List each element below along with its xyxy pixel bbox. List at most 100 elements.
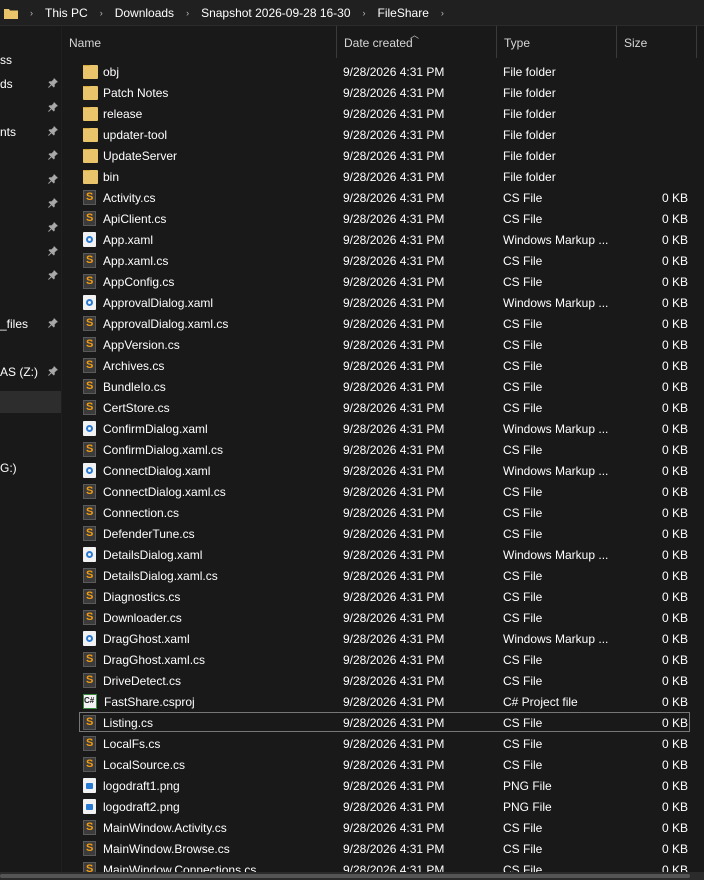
file-row[interactable]: bin 9/28/2026 4:31 PM File folder xyxy=(62,166,704,187)
breadcrumb-item[interactable]: Downloads xyxy=(115,6,174,20)
cs-file-icon xyxy=(83,757,96,772)
file-type: CS File xyxy=(503,673,543,688)
column-header-row: Name ︿ Date created Type Size xyxy=(62,26,704,58)
nav-item[interactable] xyxy=(0,97,61,119)
breadcrumb-item[interactable]: This PC xyxy=(45,6,88,20)
file-name: BundleIo.cs xyxy=(103,379,166,394)
horizontal-scrollbar[interactable] xyxy=(0,872,704,880)
cs-file-icon xyxy=(83,841,96,856)
cs-file-icon xyxy=(83,337,96,352)
file-date: 9/28/2026 4:31 PM xyxy=(343,106,445,121)
file-row[interactable]: Downloader.cs 9/28/2026 4:31 PM CS File 0 K… xyxy=(62,607,704,628)
file-row[interactable]: logodraft1.png 9/28/2026 4:31 PM PNG File 0… xyxy=(62,775,704,796)
file-list[interactable]: Name ︿ Date created Type Size obj 9/28/202… xyxy=(62,26,704,872)
chevron-right-icon[interactable]: › xyxy=(186,8,189,18)
nav-item[interactable]: nts xyxy=(0,121,61,143)
file-row[interactable]: Patch Notes 9/28/2026 4:31 PM File folder xyxy=(62,82,704,103)
file-row[interactable]: App.xaml 9/28/2026 4:31 PM Windows Markup … xyxy=(62,229,704,250)
file-row[interactable]: DefenderTune.cs 9/28/2026 4:31 PM CS File 0… xyxy=(62,523,704,544)
breadcrumb-item[interactable]: FileShare xyxy=(378,6,429,20)
nav-item[interactable]: AS (Z:) xyxy=(0,361,61,383)
file-row[interactable]: MainWindow.Browse.cs 9/28/2026 4:31 PM CS … xyxy=(62,838,704,859)
file-name: MainWindow.Connections.cs xyxy=(103,862,257,873)
nav-item[interactable] xyxy=(0,265,61,287)
column-header-type[interactable]: Type xyxy=(497,26,617,58)
navigation-pane[interactable]: ss ds nts _files AS (Z:) G:) xyxy=(0,26,61,872)
file-name: ConnectDialog.xaml.cs xyxy=(103,484,226,499)
file-row[interactable]: DragGhost.xaml.cs 9/28/2026 4:31 PM CS Fil… xyxy=(62,649,704,670)
chevron-right-icon[interactable]: › xyxy=(100,8,103,18)
file-row[interactable]: ApprovalDialog.xaml.cs 9/28/2026 4:31 PM C… xyxy=(62,313,704,334)
file-row[interactable]: logodraft2.png 9/28/2026 4:31 PM PNG File 0… xyxy=(62,796,704,817)
file-name-cell: DetailsDialog.xaml.cs xyxy=(83,568,338,583)
file-name-cell: DetailsDialog.xaml xyxy=(83,547,338,562)
nav-item[interactable] xyxy=(0,241,61,263)
file-row[interactable]: DriveDetect.cs 9/28/2026 4:31 PM CS File 0 … xyxy=(62,670,704,691)
file-type: File folder xyxy=(503,106,556,121)
xaml-file-icon xyxy=(83,232,96,247)
chevron-right-icon[interactable]: › xyxy=(30,8,33,18)
file-row[interactable]: ApiClient.cs 9/28/2026 4:31 PM CS File 0 KB xyxy=(62,208,704,229)
file-name: ConnectDialog.xaml xyxy=(103,463,211,478)
file-date: 9/28/2026 4:31 PM xyxy=(343,799,445,814)
file-row[interactable]: DragGhost.xaml 9/28/2026 4:31 PM Windows M… xyxy=(62,628,704,649)
file-row[interactable]: ConnectDialog.xaml 9/28/2026 4:31 PM Windo… xyxy=(62,460,704,481)
chevron-right-icon[interactable]: › xyxy=(363,8,366,18)
breadcrumb-item[interactable]: Snapshot 2026-09-28 16-30 xyxy=(201,6,350,20)
image-file-icon xyxy=(83,778,96,793)
file-row[interactable]: BundleIo.cs 9/28/2026 4:31 PM CS File 0 KB xyxy=(62,376,704,397)
column-header-size[interactable]: Size xyxy=(617,26,697,58)
column-header-name[interactable]: Name xyxy=(62,26,337,58)
file-row[interactable]: Listing.cs 9/28/2026 4:31 PM CS File 0 KB xyxy=(62,712,704,733)
nav-item[interactable] xyxy=(0,169,61,191)
file-row[interactable]: Activity.cs 9/28/2026 4:31 PM CS File 0 KB xyxy=(62,187,704,208)
file-row[interactable]: Connection.cs 9/28/2026 4:31 PM CS File 0 K… xyxy=(62,502,704,523)
file-row[interactable]: AppVersion.cs 9/28/2026 4:31 PM CS File 0 K… xyxy=(62,334,704,355)
nav-item[interactable]: ds xyxy=(0,73,61,95)
nav-item[interactable] xyxy=(0,145,61,167)
file-date: 9/28/2026 4:31 PM xyxy=(343,862,445,873)
nav-item[interactable]: ss xyxy=(0,49,61,71)
column-header-date[interactable]: ︿ Date created xyxy=(337,26,497,58)
file-row[interactable]: ApprovalDialog.xaml 9/28/2026 4:31 PM Wind… xyxy=(62,292,704,313)
nav-item[interactable] xyxy=(0,391,61,413)
nav-item[interactable]: _files xyxy=(0,313,61,335)
address-bar[interactable]: › This PC › Downloads › Snapshot 2026-09-28 1… xyxy=(0,0,704,26)
file-row[interactable]: FastShare.csproj 9/28/2026 4:31 PM C# Proj… xyxy=(62,691,704,712)
file-name-cell: MainWindow.Activity.cs xyxy=(83,820,338,835)
file-name-cell: bin xyxy=(83,169,338,184)
file-date: 9/28/2026 4:31 PM xyxy=(343,757,445,772)
file-row[interactable]: Archives.cs 9/28/2026 4:31 PM CS File 0 KB xyxy=(62,355,704,376)
nav-item[interactable] xyxy=(0,217,61,239)
file-row[interactable]: MainWindow.Activity.cs 9/28/2026 4:31 PM C… xyxy=(62,817,704,838)
file-type: CS File xyxy=(503,610,543,625)
file-row[interactable]: UpdateServer 9/28/2026 4:31 PM File folder xyxy=(62,145,704,166)
file-row[interactable]: release 9/28/2026 4:31 PM File folder xyxy=(62,103,704,124)
file-row[interactable]: updater-tool 9/28/2026 4:31 PM File folder xyxy=(62,124,704,145)
file-row[interactable]: LocalSource.cs 9/28/2026 4:31 PM CS File 0 … xyxy=(62,754,704,775)
chevron-right-icon[interactable]: › xyxy=(441,8,444,18)
file-row[interactable]: LocalFs.cs 9/28/2026 4:31 PM CS File 0 KB xyxy=(62,733,704,754)
file-name-cell: MainWindow.Connections.cs xyxy=(83,862,338,872)
file-row[interactable]: Diagnostics.cs 9/28/2026 4:31 PM CS File 0 … xyxy=(62,586,704,607)
file-row[interactable]: MainWindow.Connections.cs 9/28/2026 4:31 … xyxy=(62,859,704,872)
file-type: CS File xyxy=(503,820,543,835)
file-row[interactable]: DetailsDialog.xaml 9/28/2026 4:31 PM Windo… xyxy=(62,544,704,565)
nav-item[interactable]: G:) xyxy=(0,457,61,479)
file-date: 9/28/2026 4:31 PM xyxy=(343,190,445,205)
file-row[interactable]: AppConfig.cs 9/28/2026 4:31 PM CS File 0 KB xyxy=(62,271,704,292)
scrollbar-thumb[interactable] xyxy=(0,874,690,878)
file-row[interactable]: obj 9/28/2026 4:31 PM File folder xyxy=(62,61,704,82)
file-row[interactable]: DetailsDialog.xaml.cs 9/28/2026 4:31 PM CS… xyxy=(62,565,704,586)
file-row[interactable]: App.xaml.cs 9/28/2026 4:31 PM CS File 0 KB xyxy=(62,250,704,271)
file-row[interactable]: ConfirmDialog.xaml 9/28/2026 4:31 PM Windo… xyxy=(62,418,704,439)
file-name-cell: release xyxy=(83,106,338,121)
file-type: Windows Markup ... xyxy=(503,295,609,310)
file-size: 0 KB xyxy=(661,715,688,730)
file-date: 9/28/2026 4:31 PM xyxy=(343,211,445,226)
sort-ascending-icon: ︿ xyxy=(410,30,420,40)
file-row[interactable]: CertStore.cs 9/28/2026 4:31 PM CS File 0 KB xyxy=(62,397,704,418)
file-row[interactable]: ConfirmDialog.xaml.cs 9/28/2026 4:31 PM CS… xyxy=(62,439,704,460)
file-row[interactable]: ConnectDialog.xaml.cs 9/28/2026 4:31 PM CS… xyxy=(62,481,704,502)
nav-item[interactable] xyxy=(0,193,61,215)
